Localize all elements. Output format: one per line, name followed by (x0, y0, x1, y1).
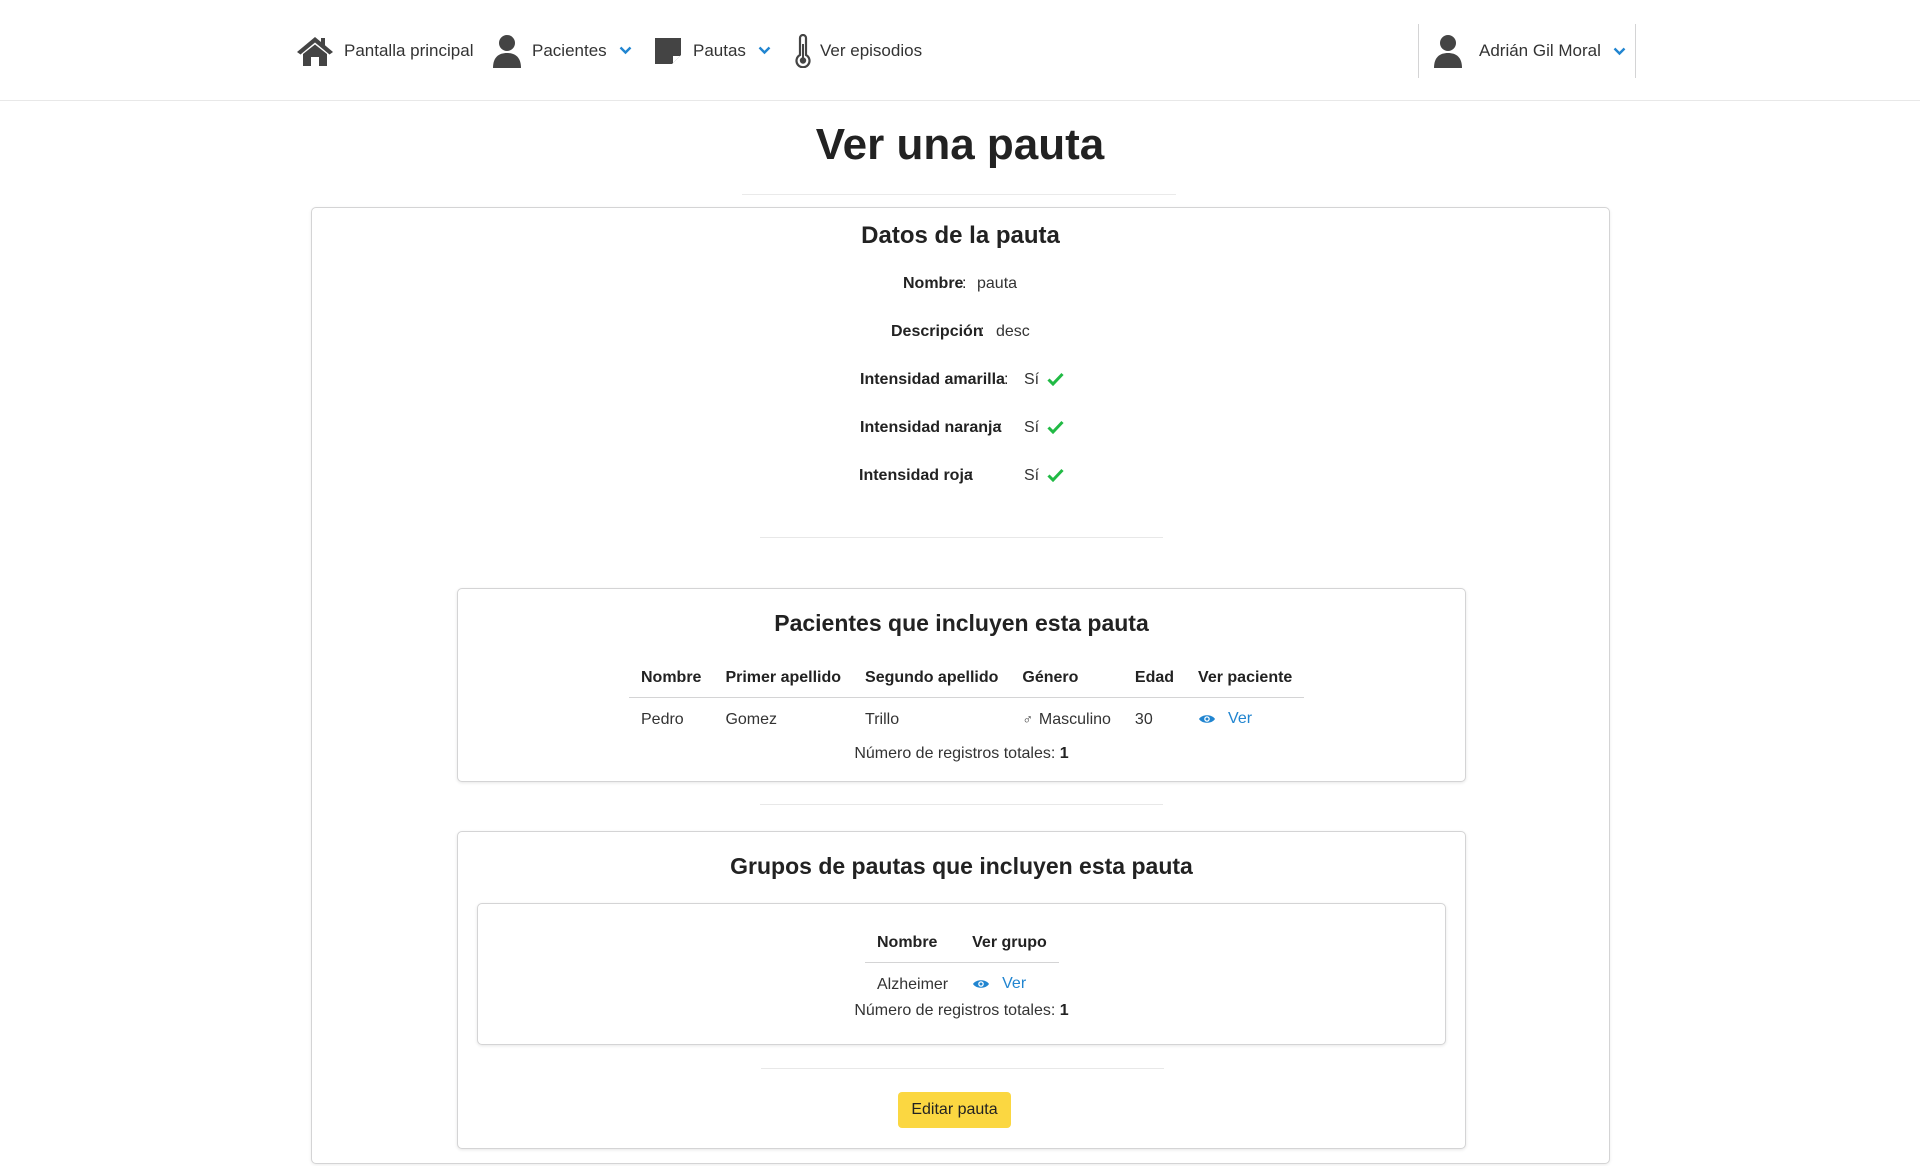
cell-genero-text: Masculino (1038, 711, 1111, 728)
male-icon: ♂ (1022, 711, 1033, 727)
field-yellow-value-text: Sí (1024, 371, 1040, 388)
column-header: Edad (1122, 669, 1187, 698)
home-icon (296, 35, 334, 67)
groups-total-label: Número de registros totales: (854, 1002, 1056, 1019)
field-description-label: Descripción (891, 323, 983, 340)
thermometer-icon (794, 33, 812, 68)
table-row: Alzheimer Ver (865, 963, 1059, 996)
field-yellow-value: Sí (1024, 371, 1064, 391)
guideline-card: Datos de la pauta Nombre : pauta Descrip… (311, 207, 1610, 1164)
table-header-row: Nombre Ver grupo (865, 934, 1059, 963)
cell-nombre: Pedro (641, 711, 684, 728)
field-orange-value: Sí (1024, 419, 1064, 439)
view-patient-link[interactable]: Ver (1198, 710, 1252, 728)
check-icon (1047, 372, 1064, 391)
column-header: Nombre (865, 934, 961, 963)
cell-nombre: Alzheimer (877, 976, 949, 993)
field-name-value: pauta (977, 275, 1018, 292)
groups-table: Nombre Ver grupo Alzheimer Ver (865, 934, 1059, 995)
check-icon (1047, 420, 1064, 439)
view-group-link[interactable]: Ver (972, 975, 1026, 993)
cell-apellido1: Gomez (725, 711, 778, 728)
patients-total-label: Número de registros totales: (854, 745, 1056, 762)
groups-title: Grupos de pautas que incluyen esta pauta (730, 853, 1193, 879)
field-red-label: Intensidad roja (859, 467, 973, 484)
groups-total: Número de registros totales: 1 (478, 1002, 1445, 1020)
field-yellow-colon: : (1004, 371, 1009, 388)
divider (760, 804, 1163, 805)
nav-home-label: Pantalla principal (344, 40, 474, 60)
user-name: Adrián Gil Moral (1479, 41, 1601, 60)
cell-genero: ♂ Masculino (1010, 698, 1123, 731)
user-menu[interactable]: Adrián Gil Moral (1418, 24, 1636, 78)
field-orange-value-text: Sí (1024, 419, 1040, 436)
groups-total-value: 1 (1059, 1002, 1069, 1019)
cell-ver: Ver (960, 963, 1059, 996)
field-yellow-label: Intensidad amarilla (860, 371, 1005, 388)
patients-table: Nombre Primer apellido Segundo apellido … (629, 669, 1305, 731)
user-icon (1433, 34, 1463, 68)
divider (761, 1068, 1164, 1069)
patients-card: Pacientes que incluyen esta pauta Nombre… (457, 588, 1466, 782)
column-header: Ver paciente (1186, 669, 1305, 698)
field-red-value-text: Sí (1024, 467, 1040, 484)
table-row: Pedro Gomez Trillo ♂ Masculino 30 Ver (629, 698, 1304, 731)
divider (760, 537, 1163, 538)
patients-total: Número de registros totales: 1 (458, 745, 1465, 763)
field-name-label: Nombre (903, 275, 964, 292)
nav-patients-label: Pacientes (532, 40, 607, 60)
field-orange-colon: : (998, 419, 1003, 436)
field-orange-label: Intensidad naranja (860, 419, 1002, 436)
user-icon (492, 34, 522, 68)
field-red-colon: : (969, 467, 974, 484)
field-description-colon: : (980, 323, 985, 340)
view-patient-label: Ver (1228, 710, 1253, 727)
table-header-row: Nombre Primer apellido Segundo apellido … (629, 669, 1305, 698)
cell-edad: 30 (1134, 711, 1153, 728)
patients-total-value: 1 (1059, 745, 1069, 762)
column-header: Segundo apellido (853, 669, 1011, 698)
nav-episodes-label: Ver episodios (820, 40, 923, 60)
divider (742, 194, 1176, 195)
column-header: Nombre (629, 669, 714, 698)
nav-episodes[interactable]: Ver episodios (794, 0, 922, 101)
details-title: Datos de la pauta (861, 222, 1060, 249)
eye-icon (1198, 713, 1228, 725)
chevron-down-icon (758, 46, 771, 55)
cell-apellido2: Trillo (865, 711, 900, 728)
eye-icon (972, 978, 1002, 990)
column-header: Género (1010, 669, 1123, 698)
nav-guidelines[interactable]: Pautas (653, 0, 771, 101)
field-red-value: Sí (1024, 467, 1064, 487)
column-header: Primer apellido (713, 669, 854, 698)
nav-guidelines-label: Pautas (693, 40, 746, 60)
sticky-note-icon (653, 36, 683, 66)
patients-title: Pacientes que incluyen esta pauta (774, 610, 1149, 636)
top-menu: Pantalla principal Pacientes Pautas Ver … (0, 0, 1920, 101)
edit-guideline-button[interactable]: Editar pauta (898, 1092, 1011, 1128)
groups-table-card: Nombre Ver grupo Alzheimer Ver Número de… (477, 903, 1446, 1045)
chevron-down-icon (619, 46, 632, 55)
cell-ver: Ver (1186, 698, 1304, 731)
page-title: Ver una pauta (815, 120, 1105, 169)
check-icon (1047, 468, 1064, 487)
chevron-down-icon (1613, 47, 1626, 56)
column-header: Ver grupo (960, 934, 1059, 963)
groups-card: Grupos de pautas que incluyen esta pauta… (457, 831, 1466, 1149)
nav-patients[interactable]: Pacientes (492, 0, 632, 101)
field-name-colon: : (962, 275, 967, 292)
field-description-value: desc (996, 323, 1030, 340)
view-group-label: Ver (1002, 975, 1027, 992)
nav-home[interactable]: Pantalla principal (296, 0, 473, 101)
